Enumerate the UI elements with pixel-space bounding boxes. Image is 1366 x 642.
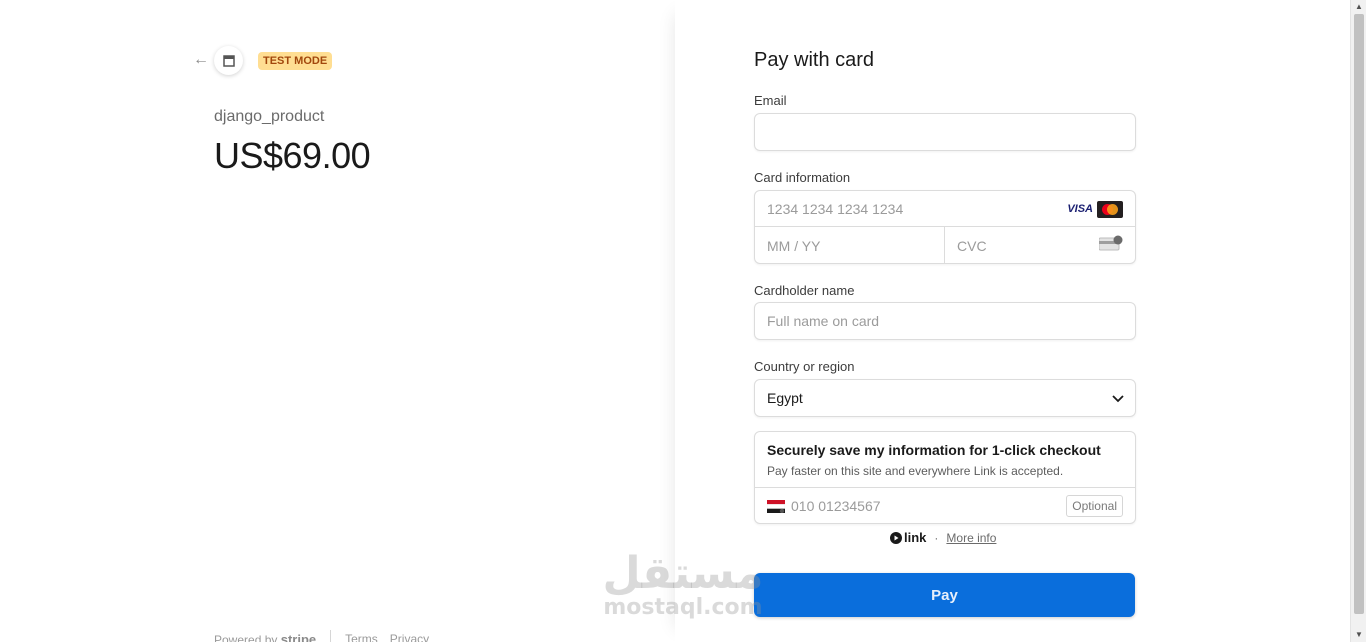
mastercard-icon <box>1097 201 1123 218</box>
country-select[interactable]: Egypt <box>754 379 1136 417</box>
terms-link[interactable]: Terms <box>345 632 378 642</box>
cvc-card-icon <box>1099 235 1123 251</box>
visa-icon: VISA <box>1067 203 1093 215</box>
scroll-down-arrow-icon[interactable]: ▼ <box>1351 628 1366 642</box>
expiry-input[interactable] <box>755 227 944 264</box>
link-save-box: Securely save my information for 1-click… <box>754 431 1136 524</box>
cvc-field[interactable] <box>945 227 1135 264</box>
card-number-row[interactable]: VISA <box>755 191 1135 227</box>
country-label: Country or region <box>754 359 855 374</box>
egypt-flag-icon[interactable] <box>767 500 785 513</box>
link-save-subtitle: Pay faster on this site and everywhere L… <box>767 464 1064 478</box>
cardholder-input[interactable] <box>755 303 1135 339</box>
scrollbar-thumb[interactable] <box>1354 14 1364 614</box>
stripe-logo[interactable]: stripe <box>281 632 316 642</box>
link-play-icon <box>890 531 902 544</box>
more-info-link[interactable]: More info <box>946 531 996 545</box>
country-value: Egypt <box>767 390 803 406</box>
product-price: US$69.00 <box>214 135 371 176</box>
optional-badge: Optional <box>1066 495 1123 517</box>
phone-field[interactable] <box>785 488 1085 524</box>
email-input[interactable] <box>755 114 1135 150</box>
footer: Powered by stripe Terms Privacy <box>214 630 429 642</box>
cardholder-field[interactable] <box>754 302 1136 340</box>
order-summary-pane: ← TEST MODE django_product US$69.00 Powe… <box>0 0 675 642</box>
footer-divider <box>330 630 332 642</box>
card-expiry-cvc-row <box>755 227 1135 264</box>
pay-button[interactable]: Pay <box>754 573 1135 617</box>
store-icon <box>214 46 243 75</box>
expiry-field[interactable] <box>755 227 945 264</box>
email-label: Email <box>754 93 787 108</box>
link-dot-separator: · <box>934 530 939 545</box>
cardholder-label: Cardholder name <box>754 283 855 298</box>
link-save-title[interactable]: Securely save my information for 1-click… <box>767 442 1101 458</box>
chevron-down-icon <box>1112 395 1124 403</box>
powered-by-text: Powered by stripe <box>214 632 316 642</box>
vertical-scrollbar[interactable]: ▲ ▼ <box>1350 0 1366 642</box>
privacy-link[interactable]: Privacy <box>390 632 429 642</box>
form-title: Pay with card <box>754 49 875 71</box>
scroll-up-arrow-icon[interactable]: ▲ <box>1351 0 1366 14</box>
link-info-line: link · More info <box>890 530 996 545</box>
card-info-label: Card information <box>754 170 851 185</box>
product-name: django_product <box>214 108 325 125</box>
phone-input[interactable] <box>785 488 1085 524</box>
back-arrow-icon[interactable]: ← <box>192 51 210 69</box>
card-info-box: VISA <box>754 190 1136 264</box>
phone-row: Optional <box>755 488 1135 524</box>
link-logo: link <box>890 530 926 545</box>
test-mode-badge: TEST MODE <box>258 52 333 70</box>
email-field[interactable] <box>754 113 1136 151</box>
